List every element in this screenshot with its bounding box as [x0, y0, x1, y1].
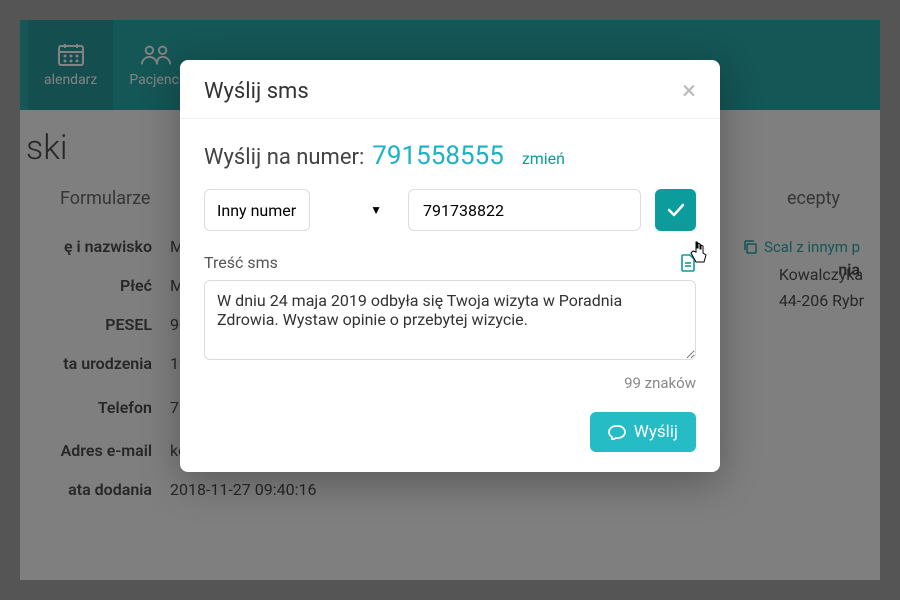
char-count: 99 znaków [204, 374, 696, 392]
template-button[interactable] [680, 254, 696, 272]
document-icon [680, 254, 696, 272]
chevron-down-icon: ▼ [370, 203, 382, 217]
send-button[interactable]: Wyślij [590, 412, 696, 452]
close-button[interactable]: × [682, 78, 696, 104]
send-button-label: Wyślij [634, 422, 678, 442]
change-number-link[interactable]: zmień [522, 149, 565, 168]
message-label: Treść sms [204, 253, 278, 272]
number-display: Wyślij na numer: 791558555 zmień [204, 141, 696, 171]
chat-send-icon [608, 424, 626, 440]
close-icon: × [682, 76, 696, 106]
phone-input[interactable] [408, 189, 641, 231]
modal-title: Wyślij sms [204, 79, 309, 104]
send-sms-modal: Wyślij sms × Wyślij na numer: 791558555 … [180, 60, 720, 472]
number-value: 791558555 [372, 141, 504, 171]
number-prefix: Wyślij na numer: [204, 145, 364, 170]
modal-overlay: Wyślij sms × Wyślij na numer: 791558555 … [20, 20, 880, 580]
check-icon [666, 202, 686, 218]
number-type-select[interactable]: Inny numer [204, 189, 310, 231]
confirm-number-button[interactable] [655, 189, 696, 231]
message-textarea[interactable]: W dniu 24 maja 2019 odbyła się Twoja wiz… [204, 280, 696, 360]
